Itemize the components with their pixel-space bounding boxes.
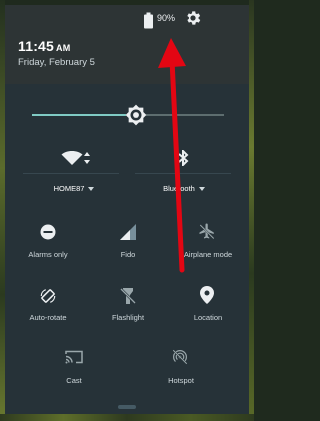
do-not-disturb-icon[interactable] [40,224,56,240]
chevron-down-icon [198,187,205,192]
wifi-activity-icon [84,152,90,164]
airplane-icon[interactable] [198,222,216,240]
wifi-tile[interactable]: HOME87 [34,184,114,193]
gear-icon[interactable] [184,9,202,27]
wifi-label: HOME87 [53,184,85,193]
clock-ampm: AM [56,43,71,53]
bluetooth-tile[interactable]: Bluetooth [144,184,224,193]
flashlight-label[interactable]: Flashlight [88,313,168,322]
bluetooth-label: Bluetooth [163,184,195,193]
wallpaper-edge-bottom [0,414,254,421]
airplane-mode-label[interactable]: Airplane mode [168,250,248,259]
brightness-slider-fill [32,114,136,116]
date-label[interactable]: Friday, February 5 [18,57,95,68]
quick-settings-panel [5,84,249,414]
drag-handle[interactable] [118,405,136,409]
rotate-icon[interactable] [39,287,57,305]
divider-left [23,173,119,174]
auto-rotate-label[interactable]: Auto-rotate [8,313,88,322]
location-label[interactable]: Location [168,313,248,322]
brightness-icon[interactable] [125,104,147,126]
fido-label[interactable]: Fido [88,250,168,259]
signal-icon[interactable] [120,224,136,240]
battery-percent: 90% [157,13,176,23]
hotspot-label[interactable]: Hotspot [141,376,221,385]
alarms-only-label[interactable]: Alarms only [8,250,88,259]
cast-icon[interactable] [65,350,83,364]
location-pin-icon[interactable] [200,286,214,304]
clock-time: 11:45 [18,38,55,54]
clock: 11:45 AM [18,38,70,54]
cast-label[interactable]: Cast [34,376,114,385]
battery-icon [144,12,153,29]
chevron-down-icon [88,187,95,192]
bluetooth-icon[interactable] [176,150,190,166]
wallpaper-edge-right [249,0,254,421]
hotspot-icon[interactable] [171,348,189,366]
wifi-icon[interactable] [61,150,83,166]
divider-right [135,173,231,174]
flashlight-icon[interactable] [120,287,136,305]
